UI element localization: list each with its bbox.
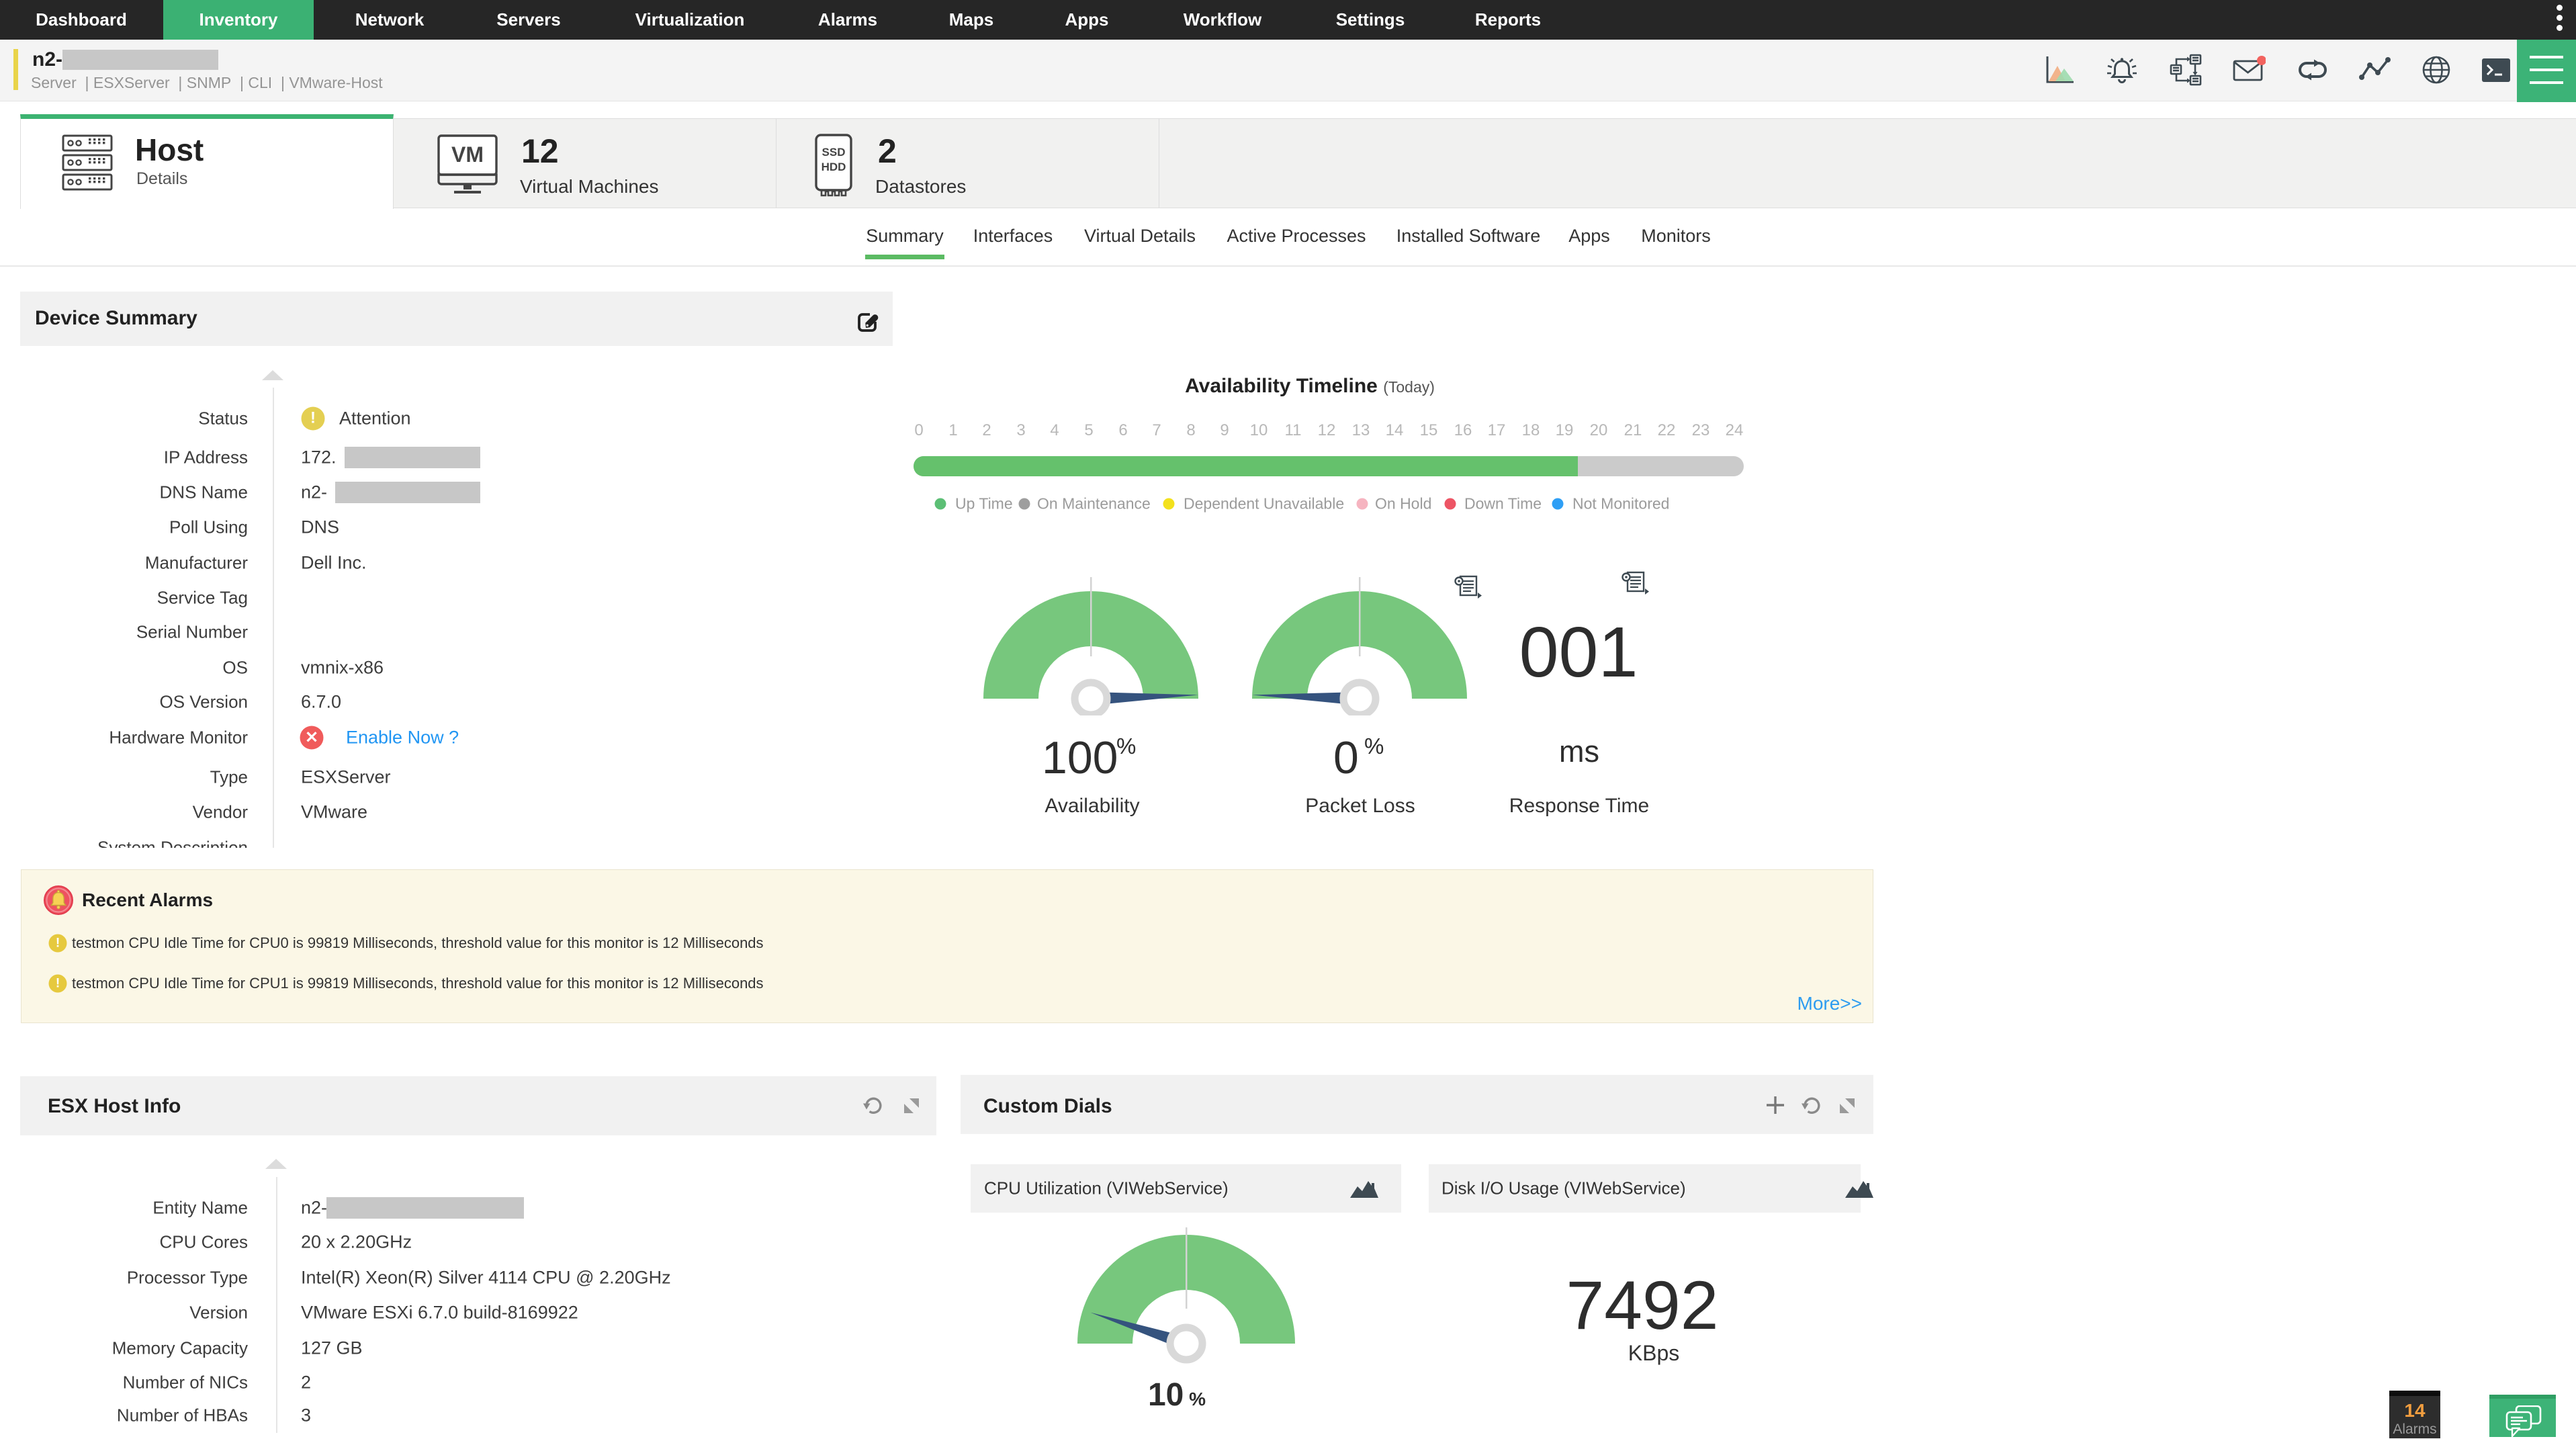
svg-text:SSD: SSD — [822, 146, 846, 159]
svg-text:VM: VM — [451, 142, 484, 167]
svg-text:HDD: HDD — [821, 161, 846, 173]
